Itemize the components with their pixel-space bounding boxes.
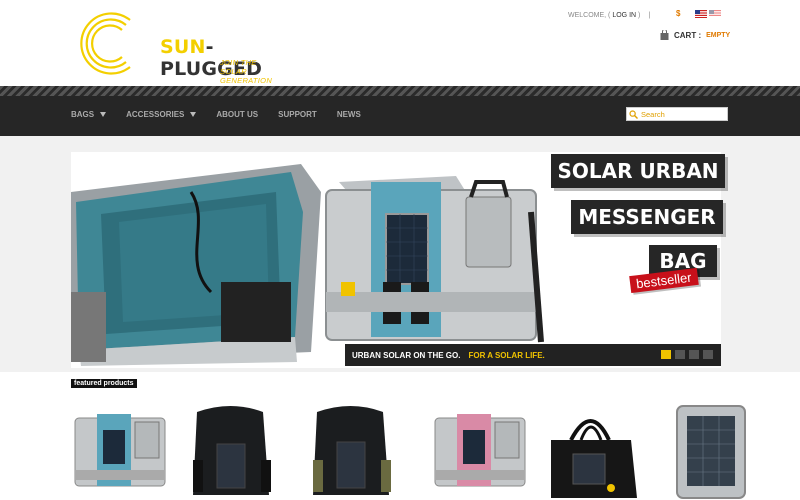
featured-products-heading: featured products [71, 379, 137, 388]
nav-item-about-us[interactable]: ABOUT US [216, 110, 258, 119]
currency-selector[interactable]: $ [676, 9, 680, 18]
product-item[interactable] [191, 400, 311, 500]
silver-solar-panel-case-icon [676, 405, 746, 499]
site-logo[interactable]: SUN-PLUGGED JOIN THE SOLAR GENERATION [72, 6, 282, 85]
slide-pager [661, 350, 713, 359]
main-nav: BAGS ACCESSORIES ABOUT US SUPPORT NEWS [71, 110, 381, 119]
nav-item-support[interactable]: SUPPORT [278, 110, 317, 119]
search-icon[interactable] [629, 109, 638, 119]
cart-status: EMPTY [706, 31, 731, 39]
logo-tagline: JOIN THE SOLAR GENERATION [220, 58, 273, 85]
black-tote-bag-icon [549, 419, 637, 498]
blue-messenger-bag-icon [74, 414, 166, 487]
black-backpack-icon [193, 406, 271, 495]
slide-dot[interactable] [675, 350, 685, 359]
login-link[interactable]: LOG IN [612, 12, 636, 19]
search-box [626, 107, 728, 121]
sun-logo-icon [80, 12, 131, 75]
nav-item-accessories[interactable]: ACCESSORIES [126, 110, 197, 119]
welcome-text: WELCOME, ( LOG IN ) | [568, 12, 651, 19]
search-input[interactable] [641, 109, 725, 119]
product-item[interactable] [549, 400, 671, 500]
product-item[interactable] [311, 400, 431, 500]
product-item[interactable] [431, 400, 551, 500]
nav-stripe-divider [0, 86, 800, 96]
featured-products-list [71, 400, 791, 500]
dropdown-arrow-icon [100, 112, 107, 117]
cart-link[interactable]: CART : EMPTY [660, 30, 730, 40]
dropdown-arrow-icon [190, 112, 197, 117]
product-item[interactable] [671, 400, 791, 500]
flag-icon[interactable] [709, 10, 721, 18]
us-flag-icon[interactable] [695, 10, 707, 18]
shopping-bag-icon [660, 30, 669, 40]
nav-item-news[interactable]: NEWS [337, 110, 361, 119]
slide-dot[interactable] [689, 350, 699, 359]
hero-headline-line1: SOLAR URBAN [551, 154, 725, 188]
black-backpack-icon [313, 406, 391, 495]
product-item[interactable] [71, 400, 191, 500]
pink-messenger-bag-icon [434, 414, 526, 487]
hero-headline-line2: MESSENGER [571, 200, 723, 234]
hero-caption-bar: URBAN SOLAR ON THE GO. FOR A SOLAR LIFE. [345, 344, 721, 366]
nav-item-bags[interactable]: BAGS [71, 110, 107, 119]
main-nav-bar: BAGS ACCESSORIES ABOUT US SUPPORT NEWS [0, 96, 800, 136]
slide-dot[interactable] [661, 350, 671, 359]
slide-dot[interactable] [703, 350, 713, 359]
